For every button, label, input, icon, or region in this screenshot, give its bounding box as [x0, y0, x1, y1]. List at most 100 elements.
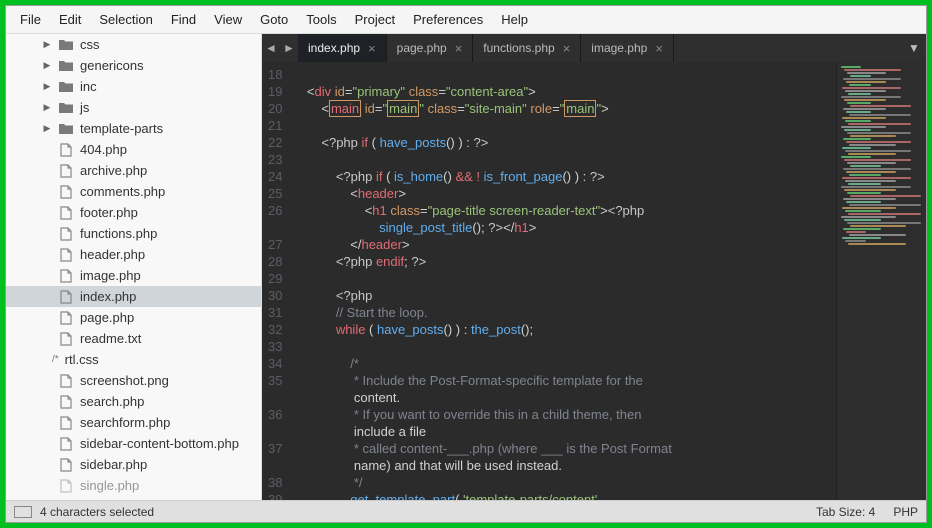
tab-image-php[interactable]: image.php ×: [581, 34, 674, 62]
file-label: sidebar.php: [80, 457, 147, 472]
line-gutter: 1819202122232425262728293031323334353637…: [262, 62, 292, 500]
file-icon: [58, 290, 74, 304]
folder-template-parts[interactable]: ▶ template-parts: [6, 118, 261, 139]
file-icon: [58, 143, 74, 157]
tab-bar: ◄ ► index.php×page.php×functions.php×ima…: [262, 34, 926, 62]
tab-page-php[interactable]: page.php ×: [387, 34, 474, 62]
file-label: 404.php: [80, 142, 127, 157]
menu-help[interactable]: Help: [493, 10, 536, 29]
folder-js[interactable]: ▶ js: [6, 97, 261, 118]
expand-arrow-icon[interactable]: ▶: [42, 102, 52, 113]
tab-next-icon[interactable]: ►: [280, 41, 298, 55]
menu-bar: FileEditSelectionFindViewGotoToolsProjec…: [6, 6, 926, 34]
file-searchform.php[interactable]: searchform.php: [6, 412, 261, 433]
tab-label: image.php: [591, 41, 647, 55]
file-search.php[interactable]: search.php: [6, 391, 261, 412]
file-icon: [58, 227, 74, 241]
file-screenshot.png[interactable]: screenshot.png: [6, 370, 261, 391]
menu-tools[interactable]: Tools: [298, 10, 344, 29]
folder-genericons[interactable]: ▶ genericons: [6, 55, 261, 76]
file-label: comments.php: [80, 184, 165, 199]
file-index.php[interactable]: index.php: [6, 286, 261, 307]
close-icon[interactable]: ×: [368, 41, 376, 56]
close-icon[interactable]: ×: [655, 41, 663, 56]
folder-label: template-parts: [80, 121, 163, 136]
folder-css[interactable]: ▶css: [6, 34, 261, 55]
file-label: screenshot.png: [80, 373, 169, 388]
file-label: searchform.php: [80, 415, 170, 430]
file-label: archive.php: [80, 163, 147, 178]
body: ▶css▶genericons▶inc▶js▶template-parts404…: [6, 34, 926, 500]
menu-goto[interactable]: Goto: [252, 10, 296, 29]
file-tree-sidebar[interactable]: ▶css▶genericons▶inc▶js▶template-parts404…: [6, 34, 262, 500]
file-readme.txt[interactable]: readme.txt: [6, 328, 261, 349]
file-single.php[interactable]: single.php: [6, 475, 261, 496]
status-selection: 4 characters selected: [40, 505, 154, 519]
file-label: sidebar-content-bottom.php: [80, 436, 239, 451]
folder-icon: [58, 60, 74, 72]
file-icon: [58, 206, 74, 220]
folder-label: js: [80, 100, 89, 115]
menu-preferences[interactable]: Preferences: [405, 10, 491, 29]
file-icon: [58, 248, 74, 262]
status-bar: 4 characters selected Tab Size: 4 PHP: [6, 500, 926, 522]
folder-icon: [58, 81, 74, 93]
status-tab-size[interactable]: Tab Size: 4: [816, 505, 875, 519]
file-icon: [58, 311, 74, 325]
file-404.php[interactable]: 404.php: [6, 139, 261, 160]
folder-label: genericons: [80, 58, 144, 73]
expand-arrow-icon[interactable]: ▶: [42, 123, 52, 134]
file-icon: [58, 164, 74, 178]
file-icon: [58, 437, 74, 451]
tab-index-php[interactable]: index.php ×: [298, 34, 387, 62]
file-label: index.php: [80, 289, 136, 304]
status-panel-icon[interactable]: [14, 506, 32, 518]
folder-icon: [58, 123, 74, 135]
file-footer.php[interactable]: footer.php: [6, 202, 261, 223]
file-label: functions.php: [80, 226, 157, 241]
file-icon: [58, 458, 74, 472]
menu-project[interactable]: Project: [347, 10, 403, 29]
folder-icon: [58, 39, 74, 51]
file-archive.php[interactable]: archive.php: [6, 160, 261, 181]
file-icon: [58, 416, 74, 430]
close-icon[interactable]: ×: [563, 41, 571, 56]
file-label: search.php: [80, 394, 144, 409]
menu-selection[interactable]: Selection: [91, 10, 160, 29]
tab-label: page.php: [397, 41, 447, 55]
file-header.php[interactable]: header.php: [6, 244, 261, 265]
file-rtl.css[interactable]: /*rtl.css: [6, 349, 261, 370]
folder-inc[interactable]: ▶inc: [6, 76, 261, 97]
tab-functions-php[interactable]: functions.php ×: [473, 34, 581, 62]
menu-file[interactable]: File: [12, 10, 49, 29]
file-sidebar.php[interactable]: sidebar.php: [6, 454, 261, 475]
file-icon: [58, 332, 74, 346]
file-icon: [58, 185, 74, 199]
menu-edit[interactable]: Edit: [51, 10, 89, 29]
code-area[interactable]: 1819202122232425262728293031323334353637…: [262, 62, 926, 500]
file-sidebar-content-bottom.php[interactable]: sidebar-content-bottom.php: [6, 433, 261, 454]
file-label: single.php: [80, 478, 139, 493]
file-label: image.php: [80, 268, 141, 283]
file-icon: [58, 395, 74, 409]
file-type-prefix: /*: [52, 354, 59, 365]
expand-arrow-icon[interactable]: ▶: [42, 39, 52, 50]
folder-icon: [58, 102, 74, 114]
file-page.php[interactable]: page.php: [6, 307, 261, 328]
menu-view[interactable]: View: [206, 10, 250, 29]
menu-find[interactable]: Find: [163, 10, 204, 29]
file-image.php[interactable]: image.php: [6, 265, 261, 286]
expand-arrow-icon[interactable]: ▶: [42, 81, 52, 92]
tab-prev-icon[interactable]: ◄: [262, 41, 280, 55]
minimap[interactable]: [836, 62, 926, 500]
file-label: header.php: [80, 247, 145, 262]
close-icon[interactable]: ×: [455, 41, 463, 56]
file-comments.php[interactable]: comments.php: [6, 181, 261, 202]
status-syntax[interactable]: PHP: [893, 505, 918, 519]
tab-menu-icon[interactable]: ▼: [902, 41, 926, 55]
expand-arrow-icon[interactable]: ▶: [42, 60, 52, 71]
file-functions.php[interactable]: functions.php: [6, 223, 261, 244]
tab-label: functions.php: [483, 41, 554, 55]
code-content[interactable]: <div id="primary" class="content-area"> …: [292, 62, 836, 500]
tab-label: index.php: [308, 41, 360, 55]
